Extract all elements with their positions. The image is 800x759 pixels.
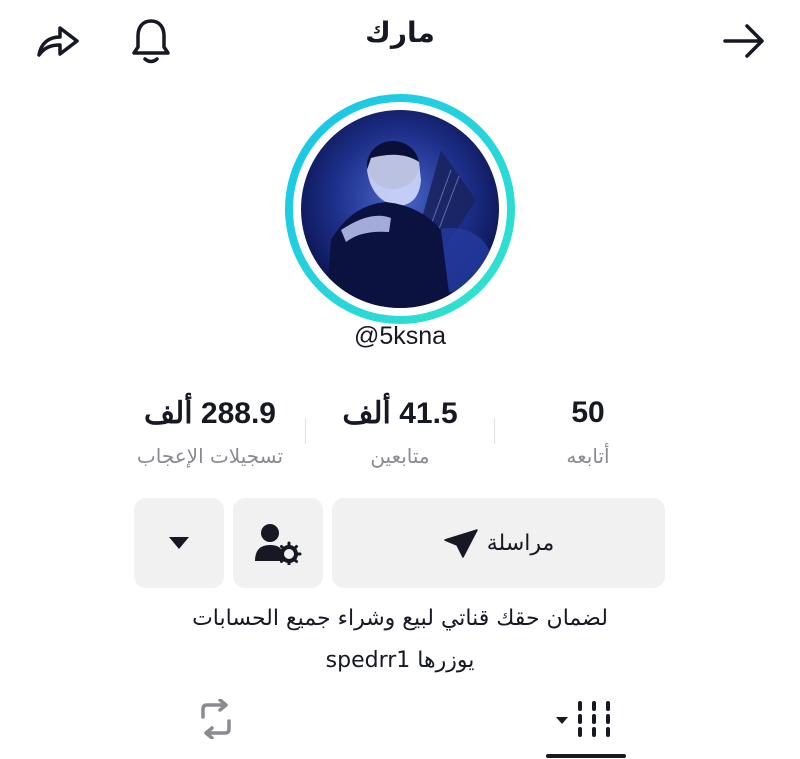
bell-icon xyxy=(132,19,170,64)
repost-icon xyxy=(201,699,231,739)
page-title: مارك xyxy=(365,16,435,49)
bio-line-1: لضمان حقك قناتي لبيع وشراء جميع الحسابات xyxy=(192,606,608,631)
back-button[interactable] xyxy=(716,16,772,66)
share-icon xyxy=(37,26,79,57)
caret-down-icon xyxy=(169,537,189,549)
active-tab-indicator xyxy=(546,754,626,758)
message-button[interactable]: مراسلة xyxy=(332,498,665,588)
avatar-photo xyxy=(301,110,499,308)
followers-count[interactable]: 41.5 ألف xyxy=(300,396,500,431)
message-button-label: مراسلة xyxy=(486,530,555,556)
share-button[interactable] xyxy=(30,16,86,66)
following-label[interactable]: أتابعه xyxy=(488,444,688,468)
notifications-button[interactable] xyxy=(126,14,176,68)
bio-line-2: يوزرها spedrr1 xyxy=(325,648,475,673)
avatar[interactable] xyxy=(285,94,515,324)
likes-count: 288.9 ألف xyxy=(144,397,276,430)
user-gear-icon xyxy=(255,524,302,565)
likes-label: تسجيلات الإعجاب xyxy=(136,444,284,468)
paper-plane-icon xyxy=(443,529,478,558)
tab-reposts[interactable] xyxy=(188,694,244,744)
manage-follow-button[interactable] xyxy=(233,498,323,588)
tab-videos[interactable] xyxy=(540,694,630,744)
grid-bars-icon xyxy=(556,701,610,737)
followers-label[interactable]: متابعين xyxy=(300,444,500,468)
arrow-right-icon xyxy=(723,24,764,58)
following-count[interactable]: 50 xyxy=(488,396,688,430)
username: @5ksna xyxy=(353,322,447,350)
more-options-button[interactable] xyxy=(134,498,224,588)
